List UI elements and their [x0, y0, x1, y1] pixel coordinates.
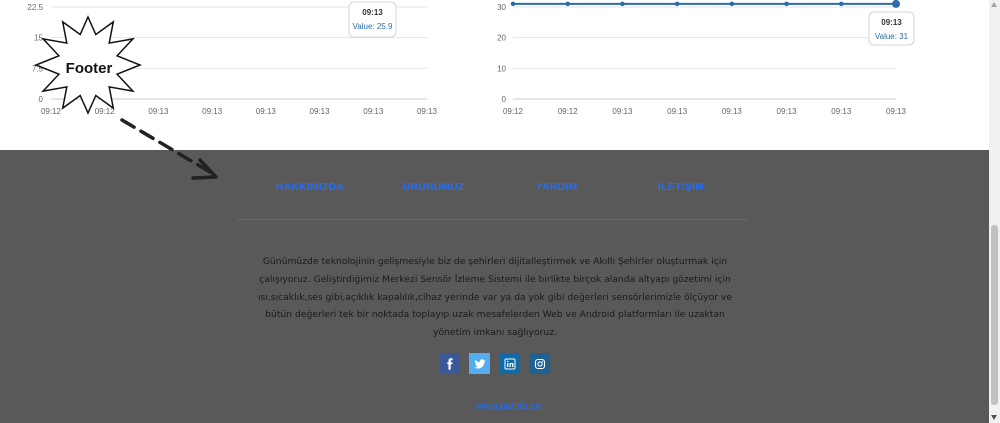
data-point	[620, 1, 625, 7]
y-tick-label: 10	[497, 64, 506, 73]
x-tick-label: 09:12	[503, 107, 524, 116]
x-tick-label: 09:13	[777, 107, 798, 116]
footer-nav-iletisim[interactable]: İLETİŞİM	[658, 182, 704, 193]
footer-nav-urunumuz[interactable]: ÜRÜNÜMÜZ	[403, 182, 465, 193]
x-tick-label: 09:13	[667, 107, 688, 116]
footer-divider	[238, 219, 748, 220]
x-tick-label: 09:13	[612, 107, 633, 116]
x-tick-label: 09:13	[831, 107, 852, 116]
page-scrollbar[interactable]	[989, 0, 1000, 423]
x-tick-label: 09:13	[417, 107, 438, 116]
website-link[interactable]: www.parlab.co	[0, 401, 1000, 412]
twitter-icon	[473, 358, 485, 368]
y-tick-label: 0	[502, 95, 507, 104]
data-point	[565, 1, 571, 7]
data-point	[892, 0, 900, 8]
data-point	[784, 1, 789, 7]
x-tick-label: 09:13	[148, 107, 169, 116]
chart-left: 0 7.5 15 22.5 09:12 09:12 09:13 09:13 09:13 09:13…	[27, 1, 438, 116]
charts-area: 0 7.5 15 22.5 09:12 09:12 09:13 09:13 09:13 09:13…	[0, 0, 989, 150]
tooltip-value: Value: 25.9	[353, 22, 393, 31]
data-point	[729, 1, 735, 7]
facebook-icon	[446, 357, 453, 370]
footer-nav-hakkimizda[interactable]: HAKKIMIZDA	[276, 182, 344, 193]
x-tick-label: 09:13	[310, 107, 331, 116]
facebook-button[interactable]	[439, 353, 460, 374]
footer-nav-yardim[interactable]: YARDIM	[536, 182, 578, 193]
scroll-up-icon[interactable]	[991, 2, 997, 7]
scrollbar-thumb[interactable]	[991, 225, 998, 405]
x-tick-label: 09:12	[41, 107, 62, 116]
linkedin-icon	[504, 358, 515, 369]
instagram-button[interactable]	[529, 353, 550, 374]
y-tick-label: 20	[497, 34, 506, 43]
footer-about-text: Günümüzde teknolojinin gelişmesiyle biz …	[255, 253, 735, 342]
y-tick-label: 22.5	[27, 3, 43, 12]
data-point	[674, 1, 680, 7]
x-tick-label: 09:13	[363, 107, 384, 116]
data-point	[838, 1, 844, 7]
y-tick-label: 30	[497, 3, 506, 12]
about-line: çalışıyoruz. Geliştirdiğimiz Merkezi Sen…	[259, 273, 731, 285]
charts-svg: 0 7.5 15 22.5 09:12 09:12 09:13 09:13 09:13 09:13…	[27, 0, 915, 116]
about-line: bütün değerleri tek bir noktada toplayıp…	[265, 309, 725, 321]
tooltip-time: 09:13	[362, 8, 383, 17]
x-tick-label: 09:12	[95, 107, 116, 116]
data-point	[510, 1, 516, 7]
tooltip-time: 09:13	[881, 18, 902, 27]
about-line: ısı,sıcaklık,ses gibi,açıklık kapalılık,…	[257, 291, 733, 303]
y-tick-label: 0	[39, 95, 44, 104]
x-tick-label: 09:13	[722, 107, 743, 116]
instagram-icon	[534, 358, 545, 369]
footer: HAKKIMIZDA ÜRÜNÜMÜZ YARDIM İLETİŞİM Günü…	[0, 150, 989, 423]
linkedin-button[interactable]	[499, 353, 520, 374]
tooltip-value: Value: 31	[875, 32, 909, 41]
callout-label: Footer	[65, 60, 113, 77]
chart-right: 0 10 20 30 09:12 09:12 09:13 09:13 09:13 09:13 09:…	[497, 0, 915, 116]
twitter-button[interactable]	[469, 353, 490, 374]
about-line: yönetim imkanı sağlıyoruz.	[433, 327, 557, 339]
y-tick-label: 15	[34, 34, 43, 43]
x-tick-label: 09:13	[202, 107, 223, 116]
x-tick-label: 09:12	[558, 107, 579, 116]
about-line: Günümüzde teknolojinin gelişmesiyle biz …	[262, 256, 728, 267]
y-tick-label: 7.5	[32, 64, 44, 73]
scroll-down-icon[interactable]	[991, 415, 997, 420]
x-tick-label: 09:13	[886, 107, 907, 116]
x-tick-label: 09:13	[256, 107, 277, 116]
